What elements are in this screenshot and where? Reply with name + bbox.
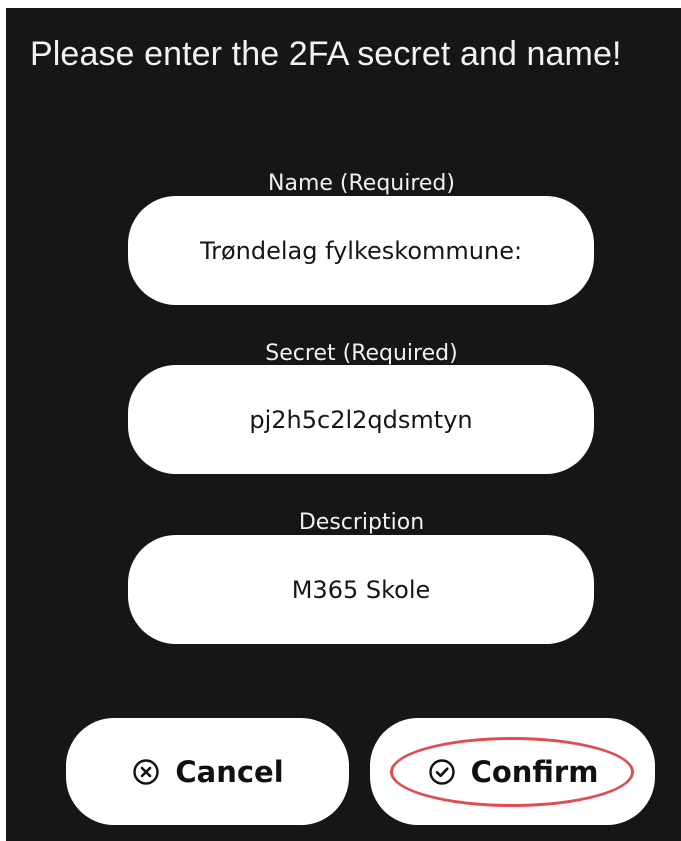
- description-input[interactable]: [128, 535, 594, 644]
- two-factor-dialog: Please enter the 2FA secret and name! Na…: [6, 8, 681, 841]
- name-input[interactable]: [128, 196, 594, 305]
- dialog-title: Please enter the 2FA secret and name!: [30, 35, 622, 73]
- confirm-button[interactable]: Confirm: [370, 718, 655, 825]
- circle-x-icon: [131, 757, 161, 787]
- name-label: Name (Required): [268, 171, 455, 196]
- secret-input[interactable]: [128, 365, 594, 474]
- cancel-button-label: Cancel: [175, 754, 284, 789]
- confirm-button-label: Confirm: [470, 754, 599, 789]
- description-label: Description: [298, 510, 425, 535]
- cancel-button[interactable]: Cancel: [66, 718, 349, 825]
- circle-check-icon: [427, 757, 457, 787]
